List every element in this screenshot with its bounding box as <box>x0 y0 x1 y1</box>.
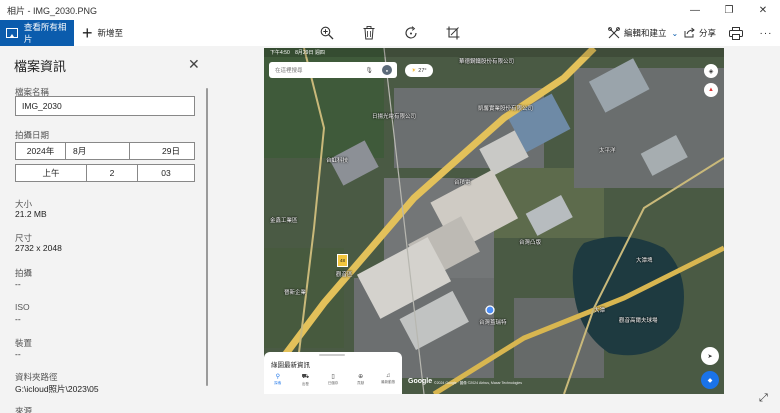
map-label: 大潭 <box>594 308 606 314</box>
camera-value: -- <box>15 279 21 289</box>
folder-value[interactable]: G:\icloud照片\2023\05 <box>15 383 99 395</box>
edit-tools-icon <box>608 27 620 39</box>
more-icon[interactable]: ··· <box>757 24 775 42</box>
sheet-title: 綠園最新資訊 <box>271 362 310 369</box>
view-all-photos-button[interactable]: 查看所有相片 <box>0 20 74 46</box>
add-to-label: 新增至 <box>97 28 124 38</box>
device-label: 裝置 <box>15 338 33 348</box>
directions-icon: ◆ <box>701 371 719 389</box>
weather-chip: ☀ 27° <box>405 64 433 77</box>
layers-icon: ◈ <box>704 64 718 78</box>
map-label: 大潭埤 <box>636 258 653 264</box>
title-bar: 相片 - IMG_2030.PNG — ❐ ✕ <box>0 0 780 20</box>
bookmark-icon: ▯ <box>331 374 335 380</box>
map-copyright: ©2024 Google · 圖像 ©2024 Airbus, Maxar Te… <box>434 381 522 385</box>
plus-icon: + <box>82 23 93 43</box>
date-label: 拍攝日期 <box>15 130 50 140</box>
share-button[interactable]: 分享 <box>684 20 716 46</box>
satellite-map <box>264 48 724 394</box>
status-date: 8月29日 週四 <box>295 50 325 56</box>
print-icon[interactable] <box>727 24 745 42</box>
close-window-button[interactable]: ✕ <box>746 0 780 20</box>
nav-contribute: ⊕ 貢獻 <box>349 373 373 393</box>
minimize-button[interactable]: — <box>678 0 712 20</box>
chevron-down-icon: ⌄ <box>671 28 679 38</box>
map-label: 晉新企業 <box>284 290 307 296</box>
minute-field[interactable]: 03 <box>137 164 195 182</box>
mic-icon: 🎙 <box>365 67 373 74</box>
map-label: 華德鋼鐵股份有限公司 <box>459 59 515 65</box>
image-viewer: 下午4:50 8月29日 週四 在這裡搜尋 🎙 ● ☀ 27° ◈ ▲ ➤ ◆ … <box>210 46 780 413</box>
window-title: 相片 - IMG_2030.PNG <box>7 5 98 16</box>
map-label: 台灣蓋瑞特 <box>479 320 507 326</box>
share-label: 分享 <box>699 28 717 38</box>
bell-icon: ♫ <box>385 373 391 379</box>
map-label: 太平洋 <box>599 148 616 154</box>
hour-field[interactable]: 2 <box>86 164 138 182</box>
day-field[interactable]: 29日 <box>129 142 195 160</box>
location-arrow-icon: ➤ <box>701 347 719 365</box>
map-label: 台積電 <box>454 180 471 186</box>
add-to-button[interactable]: + 新增至 <box>82 20 123 46</box>
delete-icon[interactable] <box>360 24 378 42</box>
maximize-button[interactable]: ❐ <box>712 0 746 20</box>
crop-icon[interactable] <box>444 24 462 42</box>
status-time: 下午4:50 <box>270 50 290 56</box>
nav-go: ⛟ 出發 <box>293 373 317 393</box>
compass-icon: ▲ <box>704 83 718 97</box>
plus-circle-icon: ⊕ <box>358 374 364 380</box>
photo-icon <box>6 28 18 38</box>
map-search-box[interactable]: 在這裡搜尋 🎙 ● <box>269 62 397 78</box>
map-label: 觀音高爾夫球場 <box>619 318 658 324</box>
year-field[interactable]: 2024年 <box>15 142 66 160</box>
car-icon: ⛟ <box>301 374 310 380</box>
filename-input[interactable]: IMG_2030 <box>15 96 195 116</box>
month-field[interactable]: 8月 <box>65 142 130 160</box>
folder-label: 資料夾路徑 <box>15 372 58 382</box>
avatar: ● <box>382 65 392 75</box>
map-label: 日揚光電有限公司 <box>372 114 417 120</box>
panel-title: 檔案資訊 <box>14 59 67 74</box>
panel-scrollbar[interactable] <box>206 88 208 386</box>
camera-label: 拍攝 <box>15 268 33 278</box>
google-logo: Google <box>408 378 433 385</box>
map-label: 金鑫工業區 <box>270 218 298 224</box>
nav-updates: ♫ 最新動態 <box>376 373 400 393</box>
map-nav-bar: ⚲ 探索 ⛟ 出發 ▯ 已儲存 ⊕ 貢獻 ♫ 最新動態 <box>264 373 402 393</box>
phone-status-bar: 下午4:50 8月29日 週四 <box>264 48 724 57</box>
explore-icon: ⚲ <box>275 374 280 380</box>
size-value: 21.2 MB <box>15 209 47 219</box>
nav-saved: ▯ 已儲存 <box>321 373 345 393</box>
weather-value: 27° <box>418 67 427 74</box>
map-label: 台灣凸版 <box>519 240 542 246</box>
iso-value: -- <box>15 314 21 324</box>
nav-explore: ⚲ 探索 <box>266 373 290 393</box>
rotate-icon[interactable] <box>402 24 420 42</box>
source-label: 來源 <box>15 406 33 413</box>
ampm-field[interactable]: 上午 <box>15 164 87 182</box>
device-value: -- <box>15 349 21 359</box>
iso-label: ISO <box>15 302 30 312</box>
edit-create-button[interactable]: 編輯和建立 ⌄ <box>608 20 678 46</box>
map-label: 凱馨實業股份有限公司 <box>478 106 534 112</box>
map-screenshot[interactable]: 下午4:50 8月29日 週四 在這裡搜尋 🎙 ● ☀ 27° ◈ ▲ ➤ ◆ … <box>264 48 724 394</box>
map-bottom-sheet[interactable]: 綠園最新資訊 ⚲ 探索 ⛟ 出發 ▯ 已儲存 ⊕ 貢獻 ♫ 最新動態 <box>264 352 402 394</box>
share-icon <box>684 27 695 40</box>
file-info-panel: 檔案資訊 ✕ 檔案名稱 IMG_2030 拍攝日期 2024年 8月 29日 上… <box>0 46 210 413</box>
map-label: 觀音區 <box>336 272 353 278</box>
close-icon[interactable]: ✕ <box>188 56 200 73</box>
view-all-label: 查看所有相片 <box>23 22 67 44</box>
expand-icon[interactable]: ⤢ <box>759 392 768 405</box>
map-label: 台虹科技 <box>326 158 349 164</box>
highway-shield: 48 <box>337 254 348 267</box>
edit-create-label: 編輯和建立 <box>624 28 667 38</box>
sun-icon: ☀ <box>411 67 417 74</box>
sheet-handle <box>319 354 345 356</box>
dimensions-value: 2732 x 2048 <box>15 243 62 253</box>
map-search-placeholder: 在這裡搜尋 <box>275 68 303 74</box>
zoom-in-icon[interactable] <box>318 24 336 42</box>
toolbar: 查看所有相片 + 新增至 編輯和建立 ⌄ 分享 ··· <box>0 20 780 46</box>
